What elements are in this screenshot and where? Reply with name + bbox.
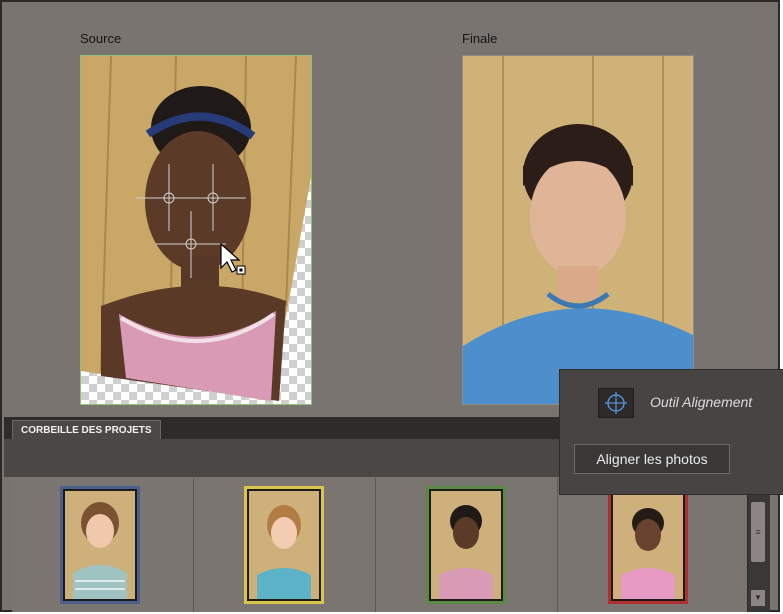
source-photo[interactable]: [80, 55, 312, 405]
source-panel-label: Source: [80, 31, 122, 46]
thumbnail-cell[interactable]: [376, 478, 558, 612]
tool-name-label: Outil Alignement: [650, 394, 753, 410]
photomerge-workspace: Source Finale CORBEILLE DES PROJETS ≡ ▼ …: [0, 0, 783, 612]
thumbnail-cell[interactable]: [12, 478, 194, 612]
scroll-down-arrow-icon[interactable]: ▼: [751, 590, 765, 606]
project-bin-scrollbar[interactable]: ≡ ▼: [747, 478, 770, 612]
thumbnail-girl-blue-top[interactable]: [244, 486, 324, 604]
thumbnail-cell[interactable]: [558, 478, 740, 612]
project-bin-thumbnails: [12, 478, 747, 612]
scrollbar-thumb[interactable]: ≡: [751, 502, 765, 562]
align-photos-button[interactable]: Aligner les photos: [574, 444, 730, 474]
tab-project-bin[interactable]: CORBEILLE DES PROJETS: [12, 420, 161, 440]
crosshair-target-icon: [605, 392, 627, 414]
final-panel-label: Finale: [462, 31, 498, 46]
thumbnail-girl-pink-top-smile[interactable]: [426, 486, 506, 604]
thumbnail-girl-striped-shirt[interactable]: [60, 486, 140, 604]
alignment-tool-panel: Outil Alignement Aligner les photos: [560, 370, 783, 494]
thumbnail-cell[interactable]: [194, 478, 376, 612]
thumbnail-girl-pink-shirt[interactable]: [608, 486, 688, 604]
final-photo: [462, 55, 694, 405]
alignment-tool-button[interactable]: [598, 388, 634, 418]
